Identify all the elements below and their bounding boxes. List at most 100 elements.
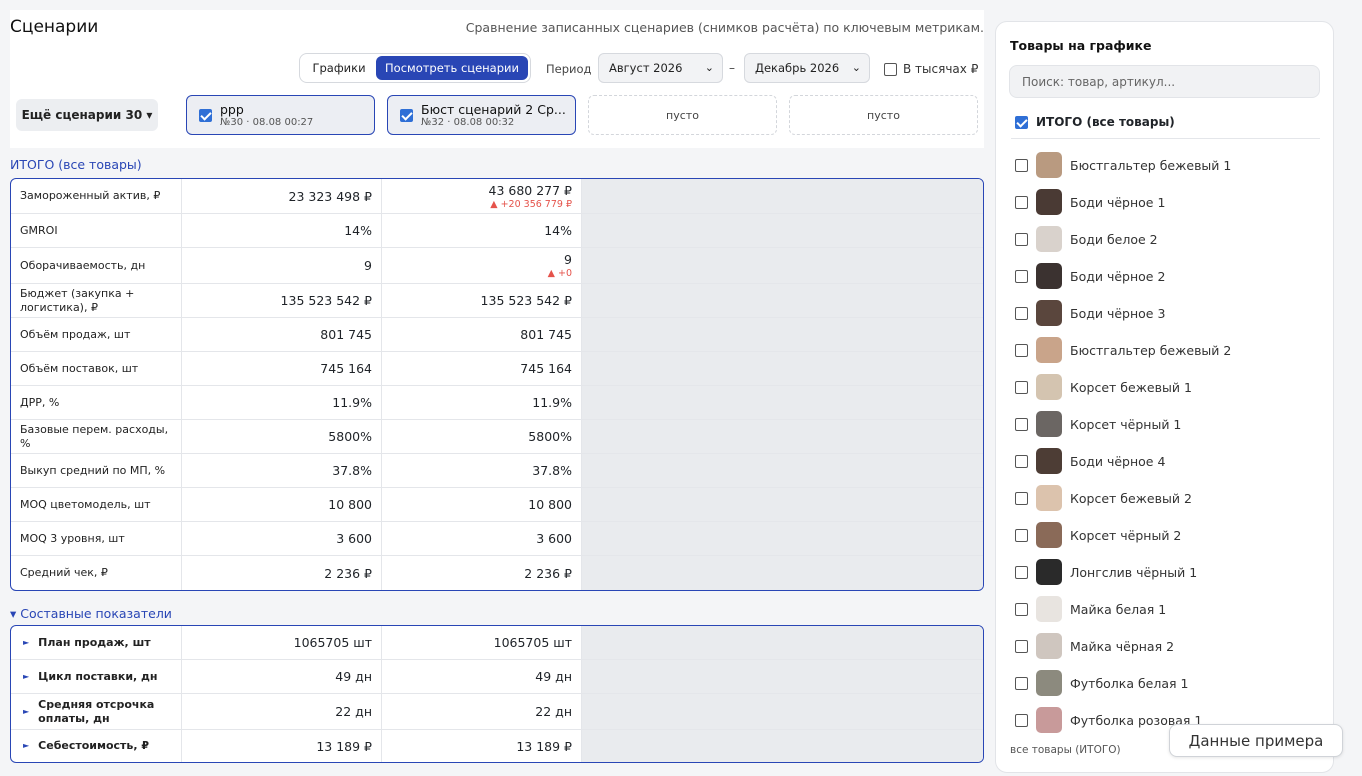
scenario-1-value: 9 xyxy=(182,248,382,283)
divider xyxy=(1011,138,1320,139)
product-checkbox[interactable] xyxy=(1015,491,1028,505)
product-name: Корсет чёрный 2 xyxy=(1070,527,1182,543)
product-checkbox[interactable] xyxy=(1015,158,1028,172)
composite-metric-name[interactable]: ► Средняя отсрочка оплаты, дн xyxy=(11,694,182,729)
expand-arrow-icon[interactable]: ► xyxy=(23,638,29,648)
scenario-1-value: 14% xyxy=(182,214,382,247)
tab-charts[interactable]: Графики xyxy=(302,56,376,80)
more-scenarios-button[interactable]: Ещё сценарии 30 ▾ xyxy=(16,99,158,131)
value: 135 523 542 ₽ xyxy=(480,293,572,308)
product-item[interactable]: Майка белая 1 xyxy=(1015,595,1166,623)
scenario-2-value: 2 236 ₽ xyxy=(382,556,582,590)
thousands-checkbox[interactable] xyxy=(884,62,897,76)
scenario-2-value: 22 дн xyxy=(382,694,582,729)
product-name: Боди чёрное 2 xyxy=(1070,268,1166,284)
metric-name: Объём поставок, шт xyxy=(11,352,182,385)
product-item[interactable]: Бюстгальтер бежевый 1 xyxy=(1015,151,1231,179)
product-checkbox[interactable] xyxy=(1015,713,1028,727)
product-checkbox[interactable] xyxy=(1015,639,1028,653)
product-item[interactable]: Боди чёрное 2 xyxy=(1015,262,1165,290)
scenario-card[interactable]: ррр №30 · 08.08 00:27 xyxy=(186,95,375,135)
scenario-1-value: 11.9% xyxy=(182,386,382,419)
table-row: MOQ цветомодель, шт 10 800 10 800 xyxy=(11,488,983,522)
product-checkbox[interactable] xyxy=(1015,380,1028,394)
period-from-select[interactable]: Август 2026 ⌄ xyxy=(598,53,723,83)
product-item[interactable]: Корсет бежевый 1 xyxy=(1015,373,1192,401)
value: 14% xyxy=(544,223,572,238)
tab-scenarios[interactable]: Посмотреть сценарии xyxy=(376,56,528,80)
chevron-down-icon: ⌄ xyxy=(851,61,861,74)
scenario-2-value: 49 дн xyxy=(382,660,582,693)
composite-row[interactable]: ► Средняя отсрочка оплаты, дн 22 дн 22 дн xyxy=(11,694,983,730)
composite-section-toggle[interactable]: ▾ Составные показатели xyxy=(10,606,172,621)
delta-value: ▲ +20 356 779 ₽ xyxy=(490,198,572,210)
products-panel-title: Товары на графике xyxy=(1010,38,1152,53)
product-thumbnail xyxy=(1036,670,1062,696)
scenario-2-value: 801 745 xyxy=(382,318,582,351)
product-name: Боди чёрное 1 xyxy=(1070,194,1166,210)
table-row: ДРР, % 11.9% 11.9% xyxy=(11,386,983,420)
product-item[interactable]: Бюстгальтер бежевый 2 xyxy=(1015,336,1231,364)
product-checkbox[interactable] xyxy=(1015,232,1028,246)
example-data-button[interactable]: Данные примера xyxy=(1169,724,1343,757)
expand-arrow-icon[interactable]: ► xyxy=(23,741,29,751)
scenario-1-value: 22 дн xyxy=(182,694,382,729)
product-checkbox[interactable] xyxy=(1015,417,1028,431)
product-name: Боди чёрное 4 xyxy=(1070,453,1166,469)
delta-value: ▲ +0 xyxy=(547,268,572,279)
scenario-checkbox[interactable] xyxy=(400,109,413,122)
total-products-checkbox[interactable] xyxy=(1015,115,1028,129)
value: 2 236 ₽ xyxy=(524,565,572,581)
scenario-1-value: 2 236 ₽ xyxy=(182,556,382,590)
thousands-toggle[interactable]: В тысячах ₽ xyxy=(884,62,978,76)
composite-metric-name[interactable]: ► Себестоимость, ₽ xyxy=(11,730,182,762)
product-item[interactable]: Футболка белая 1 xyxy=(1015,669,1188,697)
expand-arrow-icon[interactable]: ► xyxy=(23,707,29,717)
composite-metric-name[interactable]: ► План продаж, шт xyxy=(11,626,182,659)
product-checkbox[interactable] xyxy=(1015,343,1028,357)
product-thumbnail xyxy=(1036,337,1062,363)
table-row: MOQ 3 уровня, шт 3 600 3 600 xyxy=(11,522,983,556)
metric-label: План продаж, шт xyxy=(38,635,151,649)
metric-name: GMROI xyxy=(11,214,182,247)
period-to-value: Декабрь 2026 xyxy=(755,61,840,75)
product-checkbox[interactable] xyxy=(1015,454,1028,468)
period-to-select[interactable]: Декабрь 2026 ⌄ xyxy=(744,53,870,83)
product-item[interactable]: Боди чёрное 1 xyxy=(1015,188,1165,216)
empty-scenario-slot[interactable]: пусто xyxy=(588,95,777,135)
composite-row[interactable]: ► Цикл поставки, дн 49 дн 49 дн xyxy=(11,660,983,694)
product-checkbox[interactable] xyxy=(1015,195,1028,209)
product-item[interactable]: Боди чёрное 4 xyxy=(1015,447,1165,475)
product-name: Майка белая 1 xyxy=(1070,601,1167,617)
product-item[interactable]: Боди белое 2 xyxy=(1015,225,1158,253)
value: 37.8% xyxy=(532,463,572,478)
composite-metric-name[interactable]: ► Цикл поставки, дн xyxy=(11,660,182,693)
composite-row[interactable]: ► Себестоимость, ₽ 13 189 ₽ 13 189 ₽ xyxy=(11,730,983,762)
product-item[interactable]: Лонгслив чёрный 1 xyxy=(1015,558,1197,586)
composite-row[interactable]: ► План продаж, шт 1065705 шт 1065705 шт xyxy=(11,626,983,660)
scenario-1-value: 1065705 шт xyxy=(182,626,382,659)
value: 9 xyxy=(564,252,572,267)
product-checkbox[interactable] xyxy=(1015,269,1028,283)
product-checkbox[interactable] xyxy=(1015,306,1028,320)
product-search-input[interactable] xyxy=(1009,65,1320,98)
total-products-toggle[interactable]: ИТОГО (все товары) xyxy=(1015,115,1175,129)
value: 11.9% xyxy=(532,395,572,410)
product-item[interactable]: Корсет бежевый 2 xyxy=(1015,484,1192,512)
product-checkbox[interactable] xyxy=(1015,602,1028,616)
empty-scenario-column xyxy=(582,386,983,419)
table-row: Объём продаж, шт 801 745 801 745 xyxy=(11,318,983,352)
product-item[interactable]: Боди чёрное 3 xyxy=(1015,299,1165,327)
product-checkbox[interactable] xyxy=(1015,565,1028,579)
product-checkbox[interactable] xyxy=(1015,528,1028,542)
product-item[interactable]: Корсет чёрный 1 xyxy=(1015,410,1181,438)
product-checkbox[interactable] xyxy=(1015,676,1028,690)
expand-arrow-icon[interactable]: ► xyxy=(23,672,29,682)
empty-scenario-slot[interactable]: пусто xyxy=(789,95,978,135)
empty-scenario-column xyxy=(582,556,983,590)
scenario-checkbox[interactable] xyxy=(199,109,212,122)
scenario-card[interactable]: Бюст сценарий 2 Ср... №32 · 08.08 00:32 xyxy=(387,95,576,135)
product-item[interactable]: Майка чёрная 2 xyxy=(1015,632,1174,660)
product-item[interactable]: Корсет чёрный 2 xyxy=(1015,521,1181,549)
product-name: Боди белое 2 xyxy=(1070,231,1158,247)
